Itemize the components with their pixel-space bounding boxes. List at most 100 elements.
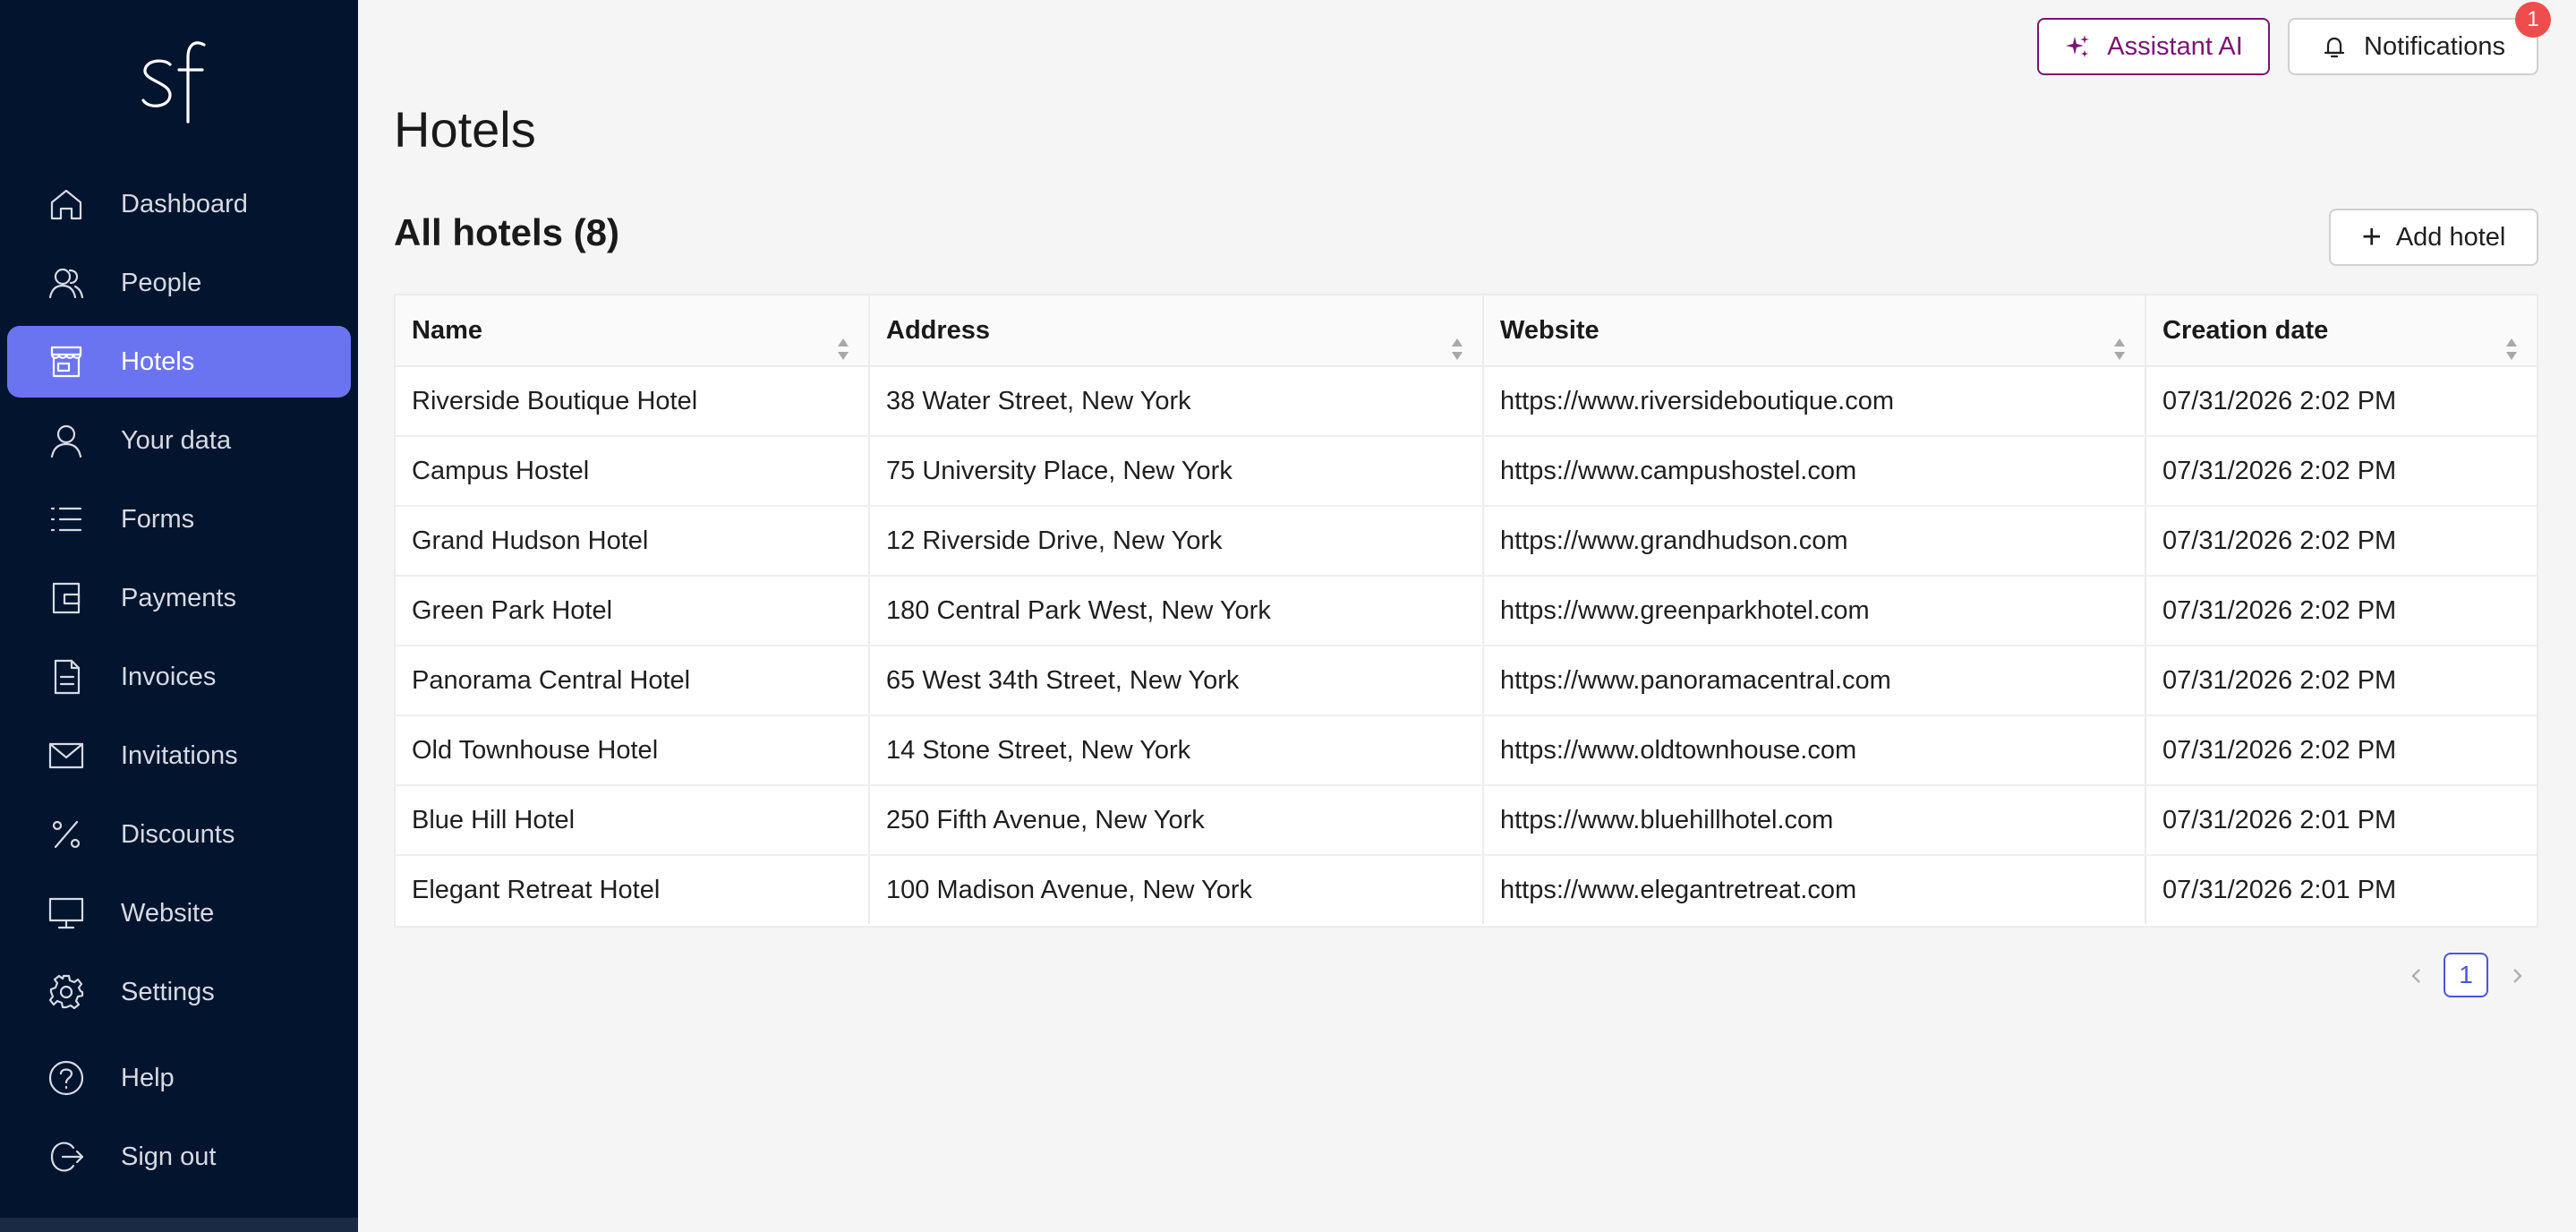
chevron-left-icon bbox=[2411, 969, 2420, 983]
cell-website: https://www.bluehillhotel.com bbox=[1484, 786, 2146, 854]
mail-icon bbox=[47, 736, 86, 775]
sidebar-item-website[interactable]: Website bbox=[7, 877, 351, 949]
sidebar-item-forms[interactable]: Forms bbox=[7, 483, 351, 555]
sidebar-footer bbox=[0, 1218, 358, 1232]
assistant-ai-button[interactable]: Assistant AI bbox=[2037, 18, 2270, 75]
sort-icon[interactable] bbox=[2504, 319, 2519, 360]
column-header-label: Name bbox=[412, 316, 482, 345]
cell-creation-date: 07/31/2026 2:02 PM bbox=[2162, 526, 2397, 555]
people-icon bbox=[47, 263, 86, 303]
sparkle-icon bbox=[2066, 35, 2090, 57]
cell-creation-date: 07/31/2026 2:02 PM bbox=[2162, 596, 2397, 625]
sidebar-item-label: Help bbox=[121, 1064, 175, 1092]
column-header-website[interactable]: Website bbox=[1484, 295, 2146, 365]
cell-name: Panorama Central Hotel bbox=[396, 646, 870, 714]
page-title: Hotels bbox=[394, 101, 536, 158]
cell-address: 180 Central Park West, New York bbox=[870, 577, 1484, 645]
cell-creation-date: 07/31/2026 2:02 PM bbox=[2162, 457, 2397, 485]
sidebar-item-label: Discounts bbox=[121, 820, 235, 849]
sf-logo bbox=[141, 41, 206, 124]
chevron-right-icon bbox=[2513, 969, 2522, 983]
cell-address: 100 Madison Avenue, New York bbox=[870, 856, 1484, 924]
cell-address: 14 Stone Street, New York bbox=[870, 716, 1484, 784]
column-header-label: Address bbox=[886, 316, 991, 345]
cell-name: Old Townhouse Hotel bbox=[396, 716, 870, 784]
storefront-icon bbox=[47, 342, 86, 381]
sidebar-item-hotels[interactable]: Hotels bbox=[7, 326, 351, 398]
next-page-button[interactable] bbox=[2501, 960, 2533, 992]
cell-address: 250 Fifth Avenue, New York bbox=[870, 786, 1484, 854]
sidebar-item-label: Invoices bbox=[121, 663, 217, 691]
list-icon bbox=[47, 500, 86, 539]
sidebar-item-your-data[interactable]: Your data bbox=[7, 405, 351, 476]
help-icon bbox=[47, 1058, 86, 1098]
column-header-name[interactable]: Name bbox=[396, 295, 870, 365]
cell-name: Blue Hill Hotel bbox=[396, 786, 870, 854]
gear-icon bbox=[47, 972, 86, 1012]
home-icon bbox=[47, 184, 86, 224]
document-icon bbox=[47, 657, 86, 697]
sort-icon[interactable] bbox=[1450, 319, 1464, 360]
bell-icon bbox=[2324, 37, 2345, 58]
user-icon bbox=[47, 421, 86, 460]
table-row[interactable]: Riverside Boutique Hotel 38 Water Street… bbox=[396, 367, 2537, 437]
sidebar-item-label: Forms bbox=[121, 505, 195, 534]
sidebar-item-label: Settings bbox=[121, 978, 215, 1006]
cell-address: 12 Riverside Drive, New York bbox=[870, 507, 1484, 575]
assistant-ai-label: Assistant AI bbox=[2107, 31, 2243, 61]
hotels-table: Name Address Website Creation date River… bbox=[394, 294, 2538, 928]
previous-page-button[interactable] bbox=[2401, 960, 2433, 992]
table-row[interactable]: Elegant Retreat Hotel 100 Madison Avenue… bbox=[396, 856, 2537, 926]
column-header-creation-date[interactable]: Creation date bbox=[2146, 295, 2537, 365]
cell-name: Riverside Boutique Hotel bbox=[396, 367, 870, 435]
notifications-label: Notifications bbox=[2364, 31, 2505, 61]
sidebar-item-label: Your data bbox=[121, 426, 232, 455]
cell-creation-date: 07/31/2026 2:02 PM bbox=[2162, 666, 2397, 695]
table-row[interactable]: Campus Hostel 75 University Place, New Y… bbox=[396, 437, 2537, 507]
page-number-button[interactable]: 1 bbox=[2444, 953, 2488, 997]
sidebar-item-settings[interactable]: Settings bbox=[7, 956, 351, 1028]
sidebar: Dashboard People Hotels Your data Forms … bbox=[0, 0, 358, 1232]
cell-creation-date: 07/31/2026 2:02 PM bbox=[2162, 387, 2397, 415]
table-row[interactable]: Grand Hudson Hotel 12 Riverside Drive, N… bbox=[396, 507, 2537, 577]
cell-website: https://www.oldtownhouse.com bbox=[1484, 716, 2146, 784]
sidebar-item-help[interactable]: Help bbox=[7, 1042, 351, 1114]
column-header-address[interactable]: Address bbox=[870, 295, 1484, 365]
sidebar-item-invoices[interactable]: Invoices bbox=[7, 641, 351, 713]
cell-address: 75 University Place, New York bbox=[870, 437, 1484, 505]
percent-icon bbox=[47, 815, 86, 854]
sidebar-item-dashboard[interactable]: Dashboard bbox=[7, 168, 351, 240]
sort-icon[interactable] bbox=[2112, 319, 2127, 360]
cell-address: 38 Water Street, New York bbox=[870, 367, 1484, 435]
cell-creation-date: 07/31/2026 2:01 PM bbox=[2162, 806, 2397, 834]
table-row[interactable]: Panorama Central Hotel 65 West 34th Stre… bbox=[396, 646, 2537, 716]
sidebar-item-payments[interactable]: Payments bbox=[7, 562, 351, 634]
sidebar-item-label: Website bbox=[121, 899, 215, 928]
table-row[interactable]: Old Townhouse Hotel 14 Stone Street, New… bbox=[396, 716, 2537, 786]
cell-name: Grand Hudson Hotel bbox=[396, 507, 870, 575]
sidebar-item-label: Payments bbox=[121, 584, 236, 612]
add-hotel-label: Add hotel bbox=[2395, 222, 2506, 252]
cell-website: https://www.riversideboutique.com bbox=[1484, 367, 2146, 435]
cell-website: https://www.greenparkhotel.com bbox=[1484, 577, 2146, 645]
cell-name: Green Park Hotel bbox=[396, 577, 870, 645]
sidebar-item-invitations[interactable]: Invitations bbox=[7, 720, 351, 791]
table-row[interactable]: Green Park Hotel 180 Central Park West, … bbox=[396, 577, 2537, 646]
wallet-icon bbox=[47, 578, 86, 618]
sidebar-item-label: Sign out bbox=[121, 1142, 217, 1171]
sort-icon[interactable] bbox=[836, 319, 850, 360]
cell-website: https://www.campushostel.com bbox=[1484, 437, 2146, 505]
add-hotel-button[interactable]: + Add hotel bbox=[2329, 209, 2538, 266]
cell-website: https://www.panoramacentral.com bbox=[1484, 646, 2146, 714]
column-header-label: Website bbox=[1500, 316, 1599, 345]
sidebar-item-label: Hotels bbox=[121, 347, 195, 376]
cell-name: Campus Hostel bbox=[396, 437, 870, 505]
cell-website: https://www.grandhudson.com bbox=[1484, 507, 2146, 575]
sidebar-item-discounts[interactable]: Discounts bbox=[7, 799, 351, 870]
notifications-button[interactable]: Notifications bbox=[2288, 18, 2538, 75]
sidebar-item-label: Dashboard bbox=[121, 190, 248, 218]
cell-name: Elegant Retreat Hotel bbox=[396, 856, 870, 924]
sidebar-item-people[interactable]: People bbox=[7, 247, 351, 319]
sidebar-item-sign-out[interactable]: Sign out bbox=[7, 1121, 351, 1193]
table-row[interactable]: Blue Hill Hotel 250 Fifth Avenue, New Yo… bbox=[396, 786, 2537, 856]
